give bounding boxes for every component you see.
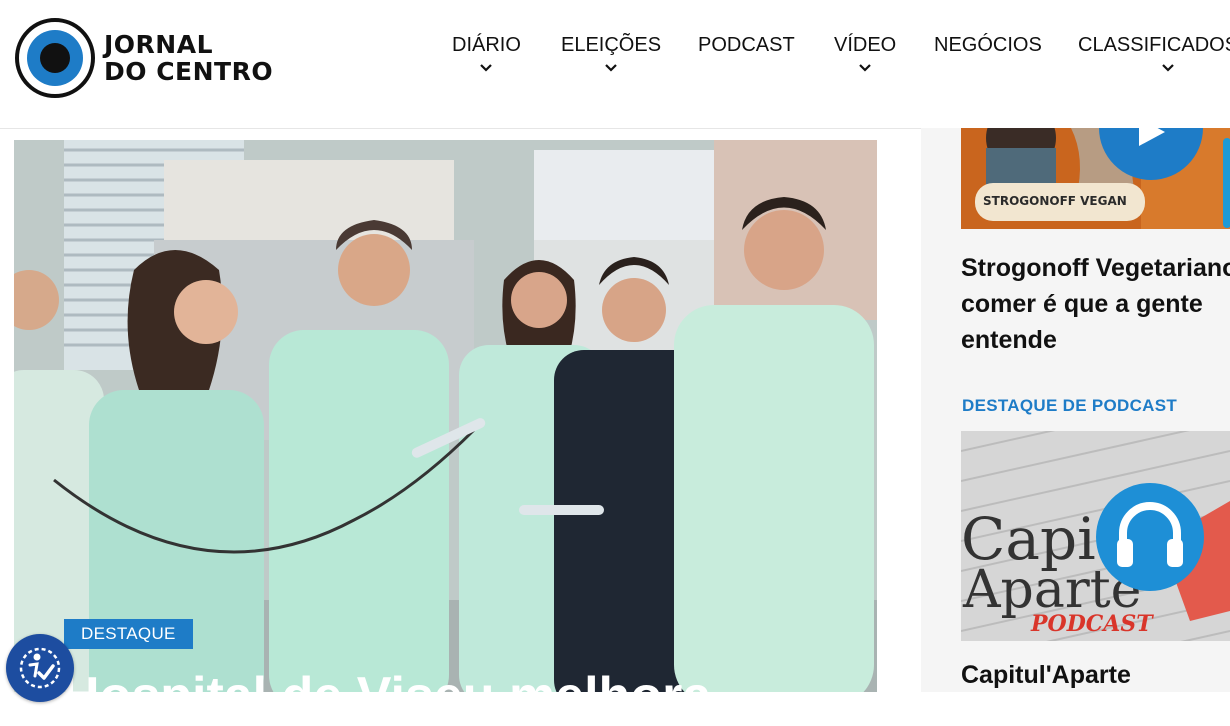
nav-item-podcast[interactable]: PODCAST: [698, 34, 795, 57]
chevron-down-icon: [859, 64, 871, 72]
hero-category-badge[interactable]: DESTAQUE: [64, 619, 193, 649]
nav-label: PODCAST: [698, 34, 795, 56]
nav-item-diario[interactable]: DIÁRIO: [452, 34, 521, 73]
podcast-thumb-text-3: PODCAST: [1030, 611, 1154, 637]
video-title-line-1: Strogonoff Vegetariano: [961, 254, 1230, 282]
podcast-card-title[interactable]: Capitul'Aparte: [961, 661, 1131, 690]
photo-medical-team-icon: [14, 140, 877, 692]
chevron-down-icon: [605, 64, 617, 72]
nav-label: ELEIÇÕES: [561, 34, 662, 56]
video-card-title[interactable]: Strogonoff Vegetariano comer é que a gen…: [961, 250, 1230, 358]
chevron-down-icon: [480, 64, 493, 72]
nav-item-video[interactable]: VÍDEO: [834, 34, 896, 73]
video-title-line-3: entende: [961, 326, 1057, 354]
nav-label: VÍDEO: [834, 34, 897, 56]
site-header: JORNAL DO CENTRO DIÁRIO ELEIÇÕES PODCAST…: [0, 0, 1230, 129]
video-title-line-2: comer é que a gente: [961, 290, 1203, 318]
nav-item-negocios[interactable]: NEGÓCIOS: [934, 34, 1042, 57]
hero-headline[interactable]: Hospital de Viseu melhora: [62, 666, 882, 726]
nav-item-eleicoes[interactable]: ELEIÇÕES: [561, 34, 661, 73]
nav-item-classificados[interactable]: CLASSIFICADOS: [1078, 34, 1230, 73]
podcast-section-label: DESTAQUE DE PODCAST: [962, 396, 1178, 415]
accessibility-icon: [19, 647, 61, 689]
video-thumbnail[interactable]: STROGONOFF VEGAN: [961, 128, 1230, 229]
video-thumb-image-icon: STROGONOFF VEGAN: [961, 128, 1230, 229]
hero-article-image[interactable]: [14, 140, 877, 692]
nav-label: NEGÓCIOS: [934, 34, 1042, 56]
nav-label: DIÁRIO: [452, 34, 521, 56]
main-nav: DIÁRIO ELEIÇÕES PODCAST VÍDEO NEGÓCIOS C…: [0, 34, 1230, 94]
podcast-thumb-image-icon: Capitul' Aparte PODCAST: [961, 431, 1230, 641]
video-thumb-caption: STROGONOFF VEGAN: [983, 194, 1127, 208]
podcast-thumbnail[interactable]: Capitul' Aparte PODCAST: [961, 431, 1230, 641]
chevron-down-icon: [1162, 64, 1174, 72]
nav-label: CLASSIFICADOS: [1078, 34, 1230, 56]
